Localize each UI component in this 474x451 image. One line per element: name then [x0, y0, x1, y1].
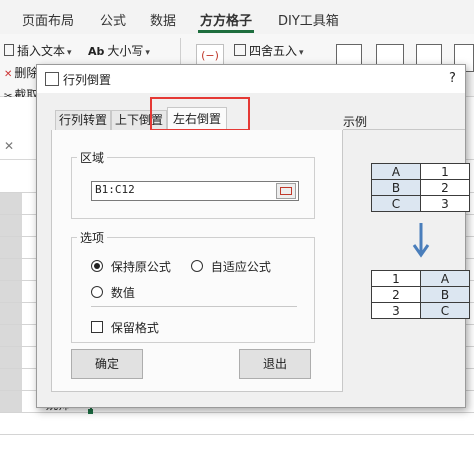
region-label: 区域	[77, 149, 108, 166]
example-before-cell: A	[371, 163, 421, 180]
gridline	[0, 434, 474, 435]
insert-text-label: 插入文本	[17, 44, 66, 58]
exit-button[interactable]: 退出	[239, 349, 311, 379]
radio-selected-icon	[91, 260, 103, 272]
transpose-dialog: 行列倒置 ? 行列转置 上下倒置 左右倒置 区域 B1:C12 选项 保持原公式…	[36, 64, 470, 408]
app-icon	[45, 72, 59, 86]
radio-adaptive-formula-label: 自适应公式	[210, 260, 271, 274]
highlight-box	[150, 97, 250, 131]
cancel-icon[interactable]: ✕	[4, 139, 14, 153]
radio-adaptive-formula[interactable]: 自适应公式	[191, 258, 271, 275]
radio-keep-formula-label: 保持原公式	[110, 260, 171, 274]
help-button[interactable]: ?	[449, 71, 456, 86]
options-divider	[91, 306, 297, 307]
region-input[interactable]: B1:C12	[91, 181, 299, 201]
tab-data[interactable]: 数据	[150, 10, 176, 29]
example-after-cell: B	[420, 286, 470, 303]
example-before-cell: 1	[420, 163, 470, 180]
tab-formulas[interactable]: 公式	[100, 10, 126, 29]
ribbon-tab-bar: 页面布局 公式 数据 方方格子 DIY工具箱	[0, 0, 474, 34]
round-label: 四舍五入	[249, 44, 298, 58]
delete-button[interactable]: ✕ 删除	[4, 64, 38, 81]
case-label: 大小写	[107, 44, 144, 58]
insert-text-icon	[4, 44, 14, 56]
fill-handle[interactable]	[88, 409, 93, 414]
round-icon	[234, 44, 246, 56]
example-after-cell: 1	[371, 270, 421, 287]
radio-values-label: 数值	[110, 286, 135, 300]
example-before-cell: 3	[420, 195, 470, 212]
round-button[interactable]: 四舍五入 ▾	[234, 42, 304, 59]
active-tab-underline	[198, 30, 254, 33]
chevron-down-icon: ▾	[145, 48, 150, 58]
chevron-down-icon: ▾	[299, 48, 304, 58]
delete-label: 删除	[14, 66, 39, 80]
example-after-cell: 3	[371, 302, 421, 319]
radio-values[interactable]: 数值	[91, 284, 135, 301]
radio-empty-icon	[91, 286, 103, 298]
example-before-cell: 2	[420, 179, 470, 196]
dialog-title: 行列倒置	[63, 73, 112, 87]
range-picker-glyph	[280, 187, 292, 195]
case-icon: Ab	[88, 45, 105, 58]
delete-icon: ✕	[4, 69, 13, 80]
arrow-down-icon	[412, 223, 430, 258]
checkbox-keep-format-label: 保留格式	[110, 321, 159, 335]
checkbox-icon	[91, 321, 103, 333]
tab-fangfanggezi[interactable]: 方方格子	[200, 10, 252, 29]
example-before-cell: B	[371, 179, 421, 196]
radio-empty-icon	[191, 260, 203, 272]
chevron-down-icon: ▾	[67, 48, 72, 58]
range-picker-icon[interactable]	[276, 183, 296, 199]
options-label: 选项	[77, 229, 108, 246]
region-input-value: B1:C12	[95, 183, 135, 196]
tab-page-layout[interactable]: 页面布局	[22, 10, 74, 29]
example-after-cell: C	[420, 302, 470, 319]
case-button[interactable]: Ab 大小写 ▾	[88, 42, 150, 59]
checkbox-keep-format[interactable]: 保留格式	[91, 319, 159, 336]
tab-row-col-transpose[interactable]: 行列转置	[55, 110, 111, 130]
ok-button[interactable]: 确定	[71, 349, 143, 379]
radio-keep-formula[interactable]: 保持原公式	[91, 258, 171, 275]
gridline	[0, 412, 474, 413]
tab-diy-toolbox[interactable]: DIY工具箱	[278, 10, 339, 29]
example-before-cell: C	[371, 195, 421, 212]
example-after-cell: 2	[371, 286, 421, 303]
example-after-cell: A	[420, 270, 470, 287]
dialog-titlebar: 行列倒置 ?	[37, 65, 465, 93]
example-label: 示例	[343, 115, 368, 129]
insert-text-button[interactable]: 插入文本 ▾	[4, 42, 72, 59]
